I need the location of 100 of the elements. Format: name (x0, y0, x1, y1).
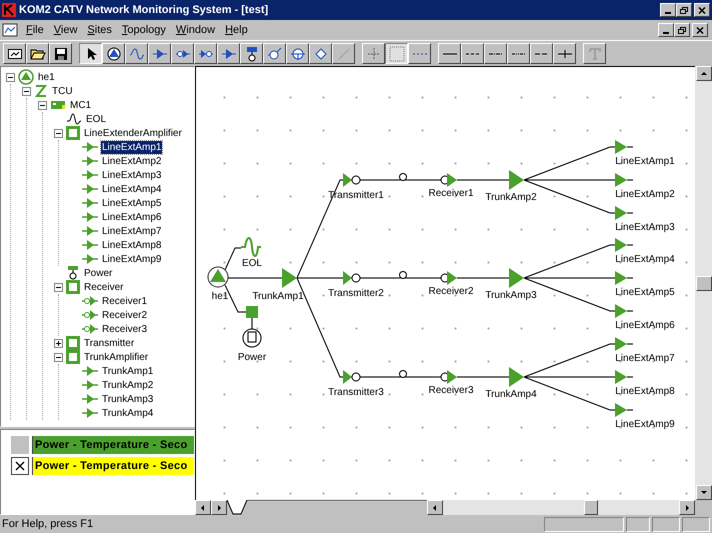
horizontal-scrollbar[interactable] (427, 500, 695, 515)
amplifier-icon (82, 212, 98, 222)
tree-item[interactable]: Receiver3 (101, 322, 148, 336)
arrow-right-icon (215, 504, 223, 512)
headend-icon (106, 46, 122, 62)
tree-item[interactable]: Transmitter (83, 336, 136, 350)
scroll-arrow-button[interactable] (696, 66, 712, 81)
minimize-button[interactable] (660, 3, 676, 17)
scroll-arrow-button[interactable] (679, 500, 695, 515)
tree-item[interactable]: Receiver (83, 280, 124, 294)
node-label: LineExtAmp7 (615, 353, 675, 364)
node-label: LineExtAmp8 (615, 386, 675, 397)
amplifier-icon (82, 254, 98, 264)
menu-item[interactable]: Sites (85, 22, 114, 38)
tree-item[interactable]: LineExtAmp2 (101, 154, 162, 168)
tree-item[interactable]: LineExtAmp5 (101, 196, 162, 210)
tree-item[interactable]: LineExtenderAmplifier (83, 126, 183, 140)
restore-button[interactable] (676, 3, 692, 17)
amplifier-symbol (615, 271, 634, 285)
toolbar-button[interactable] (79, 43, 102, 64)
amplifier-symbol (615, 403, 634, 417)
headend-symbol (208, 266, 228, 288)
amplifier-symbol (282, 268, 297, 288)
collapse-icon[interactable] (54, 128, 63, 138)
headend-icon (18, 69, 34, 85)
long-dash-line-icon (534, 52, 550, 54)
dash-dot-dot-line-icon (510, 52, 526, 54)
amplifier-icon (82, 394, 98, 404)
tree-item[interactable]: Receiver2 (101, 308, 148, 322)
dashed-line-icon (464, 52, 480, 54)
group-icon (66, 336, 80, 350)
scroll-thumb[interactable] (584, 500, 598, 515)
tree-item[interactable]: TrunkAmp3 (101, 392, 154, 406)
tree-item[interactable]: TrunkAmplifier (83, 350, 150, 364)
node-label: Receiver1 (428, 188, 474, 199)
tree-item[interactable]: LineExtAmp7 (101, 224, 162, 238)
checkbox[interactable] (11, 436, 29, 454)
amplifier-symbol (615, 304, 634, 318)
status-pane (652, 516, 680, 532)
tree-item[interactable]: LineExtAmp4 (101, 182, 162, 196)
restore-button[interactable] (674, 23, 690, 37)
node-label: LineExtAmp6 (615, 320, 675, 331)
close-icon (698, 6, 706, 14)
alarm-row[interactable]: Power - Temperature - Seco (32, 436, 194, 454)
expand-icon[interactable] (54, 338, 63, 348)
tree-item[interactable]: TrunkAmp1 (101, 364, 154, 378)
tree-item[interactable]: Power (83, 266, 114, 280)
tree-item[interactable]: MC1 (69, 98, 92, 112)
tree-item[interactable]: TrunkAmp4 (101, 406, 154, 420)
sheet-tab[interactable] (227, 500, 427, 515)
collapse-icon[interactable] (22, 86, 31, 96)
status-pane (682, 516, 710, 532)
amplifier-symbol (509, 268, 524, 288)
transmitter-symbol (343, 370, 360, 384)
collapse-icon[interactable] (54, 352, 63, 362)
checkbox[interactable] (11, 456, 29, 474)
tree-item[interactable]: LineExtAmp9 (101, 252, 162, 266)
menu-item[interactable]: File (24, 22, 46, 38)
menu-item[interactable]: Topology (120, 22, 168, 38)
tree-item[interactable]: he1 (37, 70, 56, 84)
tap-symbol (399, 271, 407, 279)
tree-item[interactable]: LineExtAmp1 (101, 140, 162, 154)
tree-item[interactable]: TrunkAmp2 (101, 378, 154, 392)
scroll-thumb[interactable] (696, 276, 712, 290)
receiver-symbol (440, 271, 457, 285)
tree-item[interactable]: LineExtAmp8 (101, 238, 162, 252)
amplifier-icon (82, 366, 98, 376)
menu-item[interactable]: View (52, 22, 80, 38)
menu-item[interactable]: Window (174, 22, 218, 38)
scroll-arrow-button[interactable] (211, 500, 227, 515)
tree-item[interactable]: LineExtAmp6 (101, 210, 162, 224)
close-button[interactable] (694, 3, 710, 17)
amplifier-icon (82, 142, 98, 152)
tree-item[interactable]: TCU (51, 84, 74, 98)
amplifier-icon (82, 380, 98, 390)
receiver-icon (82, 296, 98, 306)
tree-item[interactable]: LineExtAmp3 (101, 168, 162, 182)
restore-icon (680, 6, 688, 14)
wave-icon (128, 46, 144, 62)
tree-item[interactable]: Receiver1 (101, 294, 148, 308)
collapse-icon[interactable] (54, 282, 63, 292)
node-label: TrunkAmp3 (485, 290, 537, 301)
scroll-arrow-button[interactable] (195, 500, 211, 515)
collapse-icon[interactable] (6, 72, 15, 82)
power-supply-icon (66, 266, 80, 280)
amplifier-icon (82, 198, 98, 208)
vertical-scrollbar[interactable] (695, 66, 712, 500)
scroll-arrow-button[interactable] (696, 485, 712, 500)
amplifier-symbol (615, 337, 634, 351)
menu-item[interactable]: Help (223, 22, 250, 38)
node-label: EOL (242, 258, 262, 269)
amplifier-icon (82, 240, 98, 250)
collapse-icon[interactable] (38, 100, 47, 110)
alarm-row[interactable]: Power - Temperature - Seco (32, 456, 194, 474)
tree-item[interactable]: EOL (85, 112, 108, 126)
scroll-arrow-button[interactable] (427, 500, 443, 515)
node-label: LineExtAmp1 (615, 156, 675, 167)
minimize-button[interactable] (658, 23, 674, 37)
cable-line (456, 376, 510, 378)
close-button[interactable] (692, 23, 708, 37)
